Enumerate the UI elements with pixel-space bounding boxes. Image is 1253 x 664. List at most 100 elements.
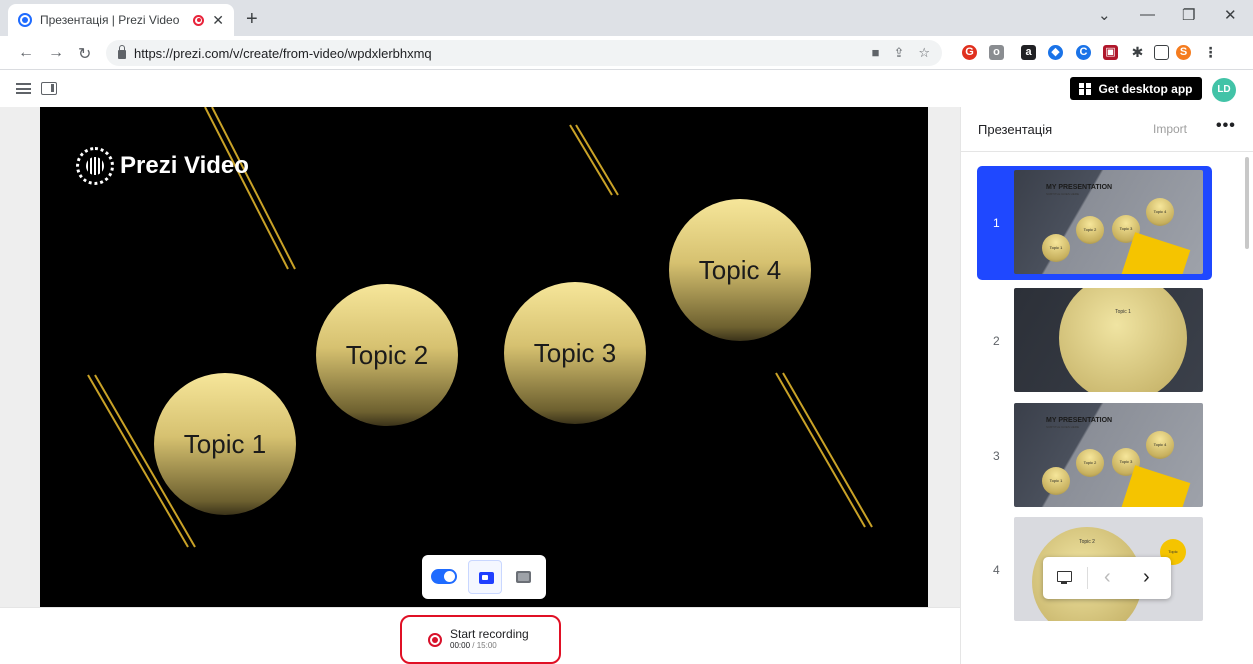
thumb-topic-ball: Topic 2 (1076, 449, 1104, 477)
camera-toggle-switch[interactable] (431, 569, 457, 584)
forward-arrow-icon[interactable]: → (48, 44, 64, 62)
url-text: https://prezi.com/v/create/from-video/wp… (134, 45, 432, 61)
gold-stripe (569, 124, 613, 196)
topic-1-bubble[interactable]: Topic 1 (154, 373, 296, 515)
get-desktop-app-label: Get desktop app (1098, 81, 1193, 96)
toggle-panel-icon[interactable] (41, 82, 57, 95)
thumb-topic-ball: Topic 1 (1059, 288, 1187, 392)
thumb-subheading: SUBTITLE GOES HERE (1046, 425, 1080, 429)
gold-stripe (775, 372, 866, 528)
address-bar-row: ← → ↻ https://prezi.com/v/create/from-vi… (0, 36, 1253, 70)
layout-toggle-panel (422, 555, 546, 599)
extension-tv-icon[interactable]: ▣ (1103, 45, 1118, 60)
url-field[interactable]: https://prezi.com/v/create/from-video/wp… (106, 40, 942, 66)
user-avatar[interactable]: LD (1212, 78, 1236, 102)
topic-label: Topic 2 (345, 339, 429, 370)
time-limit: / 15:00 (472, 641, 497, 650)
thumb-topic-ball: Topic 2 (1076, 216, 1104, 244)
brand-name: Prezi Video (120, 152, 249, 179)
lock-icon (118, 44, 126, 59)
minimize-button[interactable]: — (1140, 6, 1155, 23)
slide-navigation: ‹ › (1043, 557, 1171, 599)
sidebar-title: Презентація (978, 122, 1053, 137)
recording-timer: 00:00 / 15:00 (450, 641, 529, 651)
profile-icon[interactable]: S (1176, 45, 1191, 60)
start-recording-button[interactable]: Start recording 00:00 / 15:00 (400, 615, 561, 664)
start-recording-label: Start recording (450, 627, 529, 641)
import-button[interactable]: Import (1153, 122, 1187, 136)
tab-recording-icon (193, 14, 205, 26)
prezi-video-logo: Prezi Video (76, 147, 249, 185)
next-slide-icon[interactable]: › (1143, 566, 1150, 589)
gold-stripe (204, 107, 289, 270)
more-options-icon[interactable]: ••• (1216, 117, 1236, 135)
elapsed-time: 00:00 (450, 641, 471, 650)
thumb-heading: MY PRESENTATION (1046, 417, 1113, 424)
restore-button[interactable]: ❐ (1182, 6, 1195, 24)
topic-2-bubble[interactable]: Topic 2 (316, 284, 458, 426)
sidebar-header: Презентація Import ••• (961, 107, 1253, 152)
divider (1087, 567, 1088, 589)
side-panel-icon[interactable] (1154, 45, 1169, 60)
topic-label: Topic 4 (698, 254, 782, 285)
slide-thumbnail: Topic 1 (1014, 288, 1203, 392)
record-icon (428, 632, 442, 647)
slide-item-1[interactable]: 1 MY PRESENTATION SUBTITLE GOES HERE Top… (977, 166, 1212, 280)
thumb-topic-ball: Topic 1 (1042, 467, 1070, 495)
topic-label: Topic 1 (183, 428, 267, 459)
slide-thumbnail: MY PRESENTATION SUBTITLE GOES HERE Topic… (1014, 403, 1203, 507)
slide-number: 1 (993, 216, 1000, 230)
get-desktop-app-button[interactable]: Get desktop app (1070, 77, 1202, 100)
extension-red-icon[interactable]: G (962, 45, 977, 60)
thumb-topic-ball: Topic 1 (1042, 234, 1070, 262)
thumb-topic-ball: Topic 4 (1146, 198, 1174, 226)
sidebar-scrollbar[interactable] (1245, 157, 1249, 249)
prezi-favicon-icon (18, 13, 32, 27)
topic-3-bubble[interactable]: Topic 3 (504, 282, 646, 424)
prezi-logo-icon (76, 147, 114, 185)
screen-layout-icon (516, 571, 531, 583)
menu-icon[interactable] (16, 83, 31, 94)
reload-icon[interactable]: ↻ (78, 44, 91, 64)
back-arrow-icon[interactable]: ← (18, 44, 34, 62)
extension-blue-icon[interactable]: ◆ (1048, 45, 1063, 60)
slide-item-2[interactable]: 2 Topic 1 (977, 284, 1212, 398)
slide-number: 2 (993, 334, 1000, 348)
gold-stripe (211, 107, 296, 270)
fullscreen-layout-button[interactable] (506, 560, 540, 594)
windows-logo-icon (1079, 82, 1091, 95)
browser-tab[interactable]: Презентація | Prezi Video ✕ (8, 4, 234, 36)
recording-bar: Start recording 00:00 / 15:00 (0, 607, 960, 664)
tab-close-icon[interactable]: ✕ (212, 12, 224, 29)
previous-slide-icon[interactable]: ‹ (1104, 566, 1111, 589)
tab-title: Презентація | Prezi Video (40, 13, 180, 27)
slide-thumbnail: MY PRESENTATION SUBTITLE GOES HERE Topic… (1014, 170, 1203, 274)
extension-grey-icon[interactable]: o (989, 45, 1004, 60)
gold-stripe (575, 124, 619, 196)
thumb-heading: MY PRESENTATION (1046, 184, 1113, 191)
presentation-stage[interactable]: Prezi Video Topic 1 Topic 2 Topic 3 Topi… (40, 107, 928, 607)
new-tab-button[interactable]: + (246, 8, 258, 31)
browser-tab-strip: Презентація | Prezi Video ✕ + ⌄ — ❐ ✕ (0, 0, 1253, 36)
share-icon[interactable]: ⇪ (893, 45, 904, 61)
topic-4-bubble[interactable]: Topic 4 (669, 199, 811, 341)
bookmark-star-icon[interactable]: ☆ (918, 45, 930, 61)
window-close-button[interactable]: ✕ (1224, 6, 1237, 24)
extension-black-icon[interactable]: a (1021, 45, 1036, 60)
canvas-area: Prezi Video Topic 1 Topic 2 Topic 3 Topi… (0, 107, 960, 607)
slide-item-3[interactable]: 3 MY PRESENTATION SUBTITLE GOES HERE Top… (977, 399, 1212, 513)
extension-c-icon[interactable]: C (1076, 45, 1091, 60)
slide-number: 4 (993, 563, 1000, 577)
thumb-subheading: SUBTITLE GOES HERE (1046, 192, 1080, 196)
extensions-puzzle-icon[interactable]: ✱ (1130, 45, 1145, 60)
picture-in-picture-layout-button[interactable] (468, 560, 502, 594)
pip-layout-icon (479, 572, 494, 584)
present-monitor-icon[interactable] (1057, 571, 1072, 584)
camera-icon[interactable]: ■ (872, 45, 880, 61)
tab-search-icon[interactable]: ⌄ (1098, 6, 1111, 24)
gold-stripe (782, 372, 873, 528)
browser-menu-icon[interactable]: ⋮ (1203, 45, 1218, 60)
app-toolbar: Get desktop app LD (0, 71, 1253, 107)
slide-number: 3 (993, 449, 1000, 463)
thumb-topic-ball: Topic 4 (1146, 431, 1174, 459)
